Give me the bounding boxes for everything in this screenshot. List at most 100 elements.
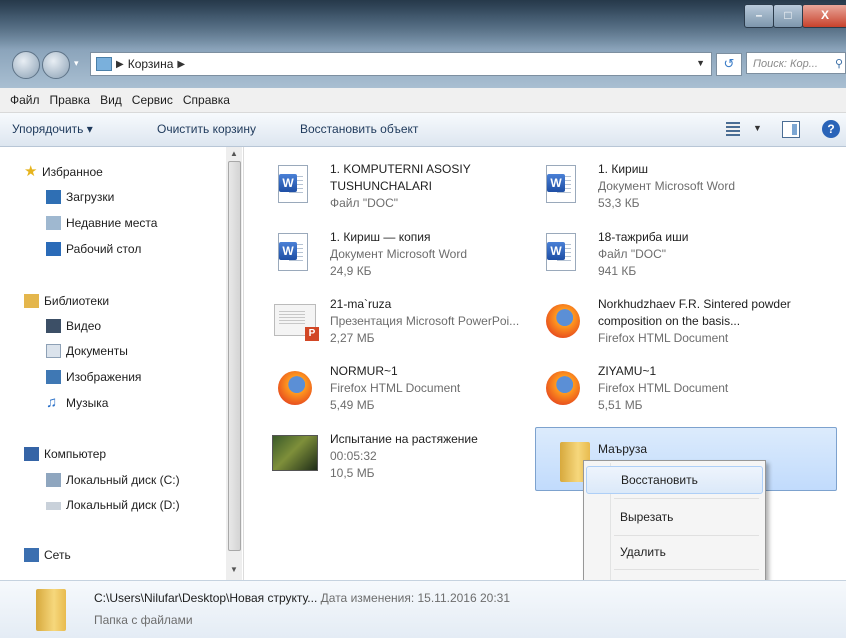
- downloads-folder-icon: [46, 190, 61, 204]
- menu-view[interactable]: Вид: [100, 93, 122, 107]
- computer-icon: [24, 447, 39, 461]
- menu-file[interactable]: Файл: [10, 93, 40, 107]
- back-button[interactable]: [12, 51, 40, 79]
- documents-library-icon: [46, 344, 61, 358]
- file-name: Norkhudzhaev F.R. Sintered powder compos…: [598, 297, 791, 328]
- nav-label: Изображения: [66, 370, 142, 384]
- forward-button[interactable]: [42, 51, 70, 79]
- nav-label: Локальный диск (C:): [66, 473, 180, 487]
- nav-label: Сеть: [44, 548, 71, 562]
- close-button[interactable]: X: [802, 4, 846, 28]
- nav-label: Избранное: [42, 165, 103, 179]
- navigation-pane: ★ Избранное Загрузки Недавние места Рабо…: [0, 147, 244, 580]
- firefox-icon: [272, 365, 316, 411]
- file-name: 18-тажриба иши: [598, 230, 689, 244]
- file-type: Firefox HTML Document: [330, 381, 461, 395]
- nav-label: Музыка: [66, 396, 109, 410]
- search-input[interactable]: Поиск: Кор... ⚲: [746, 52, 846, 74]
- file-item[interactable]: Испытание на растяжение 00:05:32 10,5 МБ: [254, 423, 524, 485]
- file-size: 53,3 КБ: [598, 196, 640, 210]
- file-type: Документ Microsoft Word: [598, 179, 736, 193]
- organize-button[interactable]: Упорядочить ▾: [12, 122, 93, 136]
- nav-label: Недавние места: [66, 216, 158, 230]
- address-bar[interactable]: ▶ Корзина ▶ ▼: [90, 52, 712, 76]
- word-icon: W: [272, 163, 316, 209]
- view-dropdown-icon[interactable]: ▼: [753, 123, 762, 133]
- file-item[interactable]: NORMUR~1 Firefox HTML Document 5,49 МБ: [254, 355, 524, 417]
- context-cut[interactable]: Вырезать: [586, 504, 761, 530]
- file-item[interactable]: ZIYAMU~1 Firefox HTML Document 5,51 МБ: [522, 355, 792, 417]
- file-type: Файл "DOC": [330, 196, 399, 210]
- nav-label: Библиотеки: [44, 294, 110, 308]
- folder-icon: [36, 589, 66, 631]
- minimize-button[interactable]: –: [744, 4, 774, 28]
- item-path: C:\Users\Nilufar\Desktop\Новая структу..…: [94, 591, 318, 605]
- view-options-icon[interactable]: [726, 122, 740, 136]
- menu-item-label: Восстановить: [621, 473, 698, 487]
- network-icon: [24, 548, 39, 562]
- search-placeholder: Поиск: Кор...: [753, 58, 818, 70]
- context-restore[interactable]: Восстановить: [586, 466, 763, 494]
- menu-separator: [614, 535, 759, 536]
- scrollbar-thumb[interactable]: [228, 161, 241, 551]
- menu-tools[interactable]: Сервис: [132, 93, 173, 107]
- file-size: 2,27 МБ: [330, 331, 375, 345]
- word-icon: W: [272, 231, 316, 277]
- menu-help[interactable]: Справка: [183, 93, 230, 107]
- help-icon[interactable]: ?: [822, 120, 840, 138]
- breadcrumb-separator: ▶: [116, 58, 124, 70]
- restore-item-button[interactable]: Восстановить объект: [300, 122, 418, 136]
- file-item[interactable]: W 1. Кириш — копия Документ Microsoft Wor…: [254, 221, 524, 283]
- images-library-icon: [46, 370, 61, 384]
- video-thumbnail-icon: [272, 433, 318, 479]
- maximize-button[interactable]: □: [773, 4, 803, 28]
- search-icon[interactable]: ⚲: [835, 53, 843, 73]
- file-item[interactable]: W 18-тажриба иши Файл "DOC" 941 КБ: [522, 221, 792, 283]
- refresh-button[interactable]: ↺: [716, 53, 742, 76]
- libraries-icon: [24, 294, 39, 308]
- scroll-up-icon[interactable]: ▲: [230, 149, 238, 158]
- empty-recycle-bin-button[interactable]: Очистить корзину: [157, 122, 256, 136]
- nav-label: Рабочий стол: [66, 242, 142, 256]
- file-type: Файл "DOC": [598, 247, 667, 261]
- file-name: 21-ma`ruza: [330, 297, 392, 311]
- navigation-scrollbar[interactable]: ▲ ▼: [226, 147, 242, 580]
- file-size: 5,49 МБ: [330, 398, 375, 412]
- file-item[interactable]: W 1. KOMPUTERNI ASOSIY TUSHUNCHALARI Файл…: [254, 153, 524, 215]
- desktop-icon: [46, 242, 61, 256]
- word-icon: W: [540, 163, 584, 209]
- recent-places-icon: [46, 216, 61, 230]
- file-name: Испытание на растяжение: [330, 432, 478, 446]
- nav-label: Видео: [66, 319, 102, 333]
- breadcrumb-recycle-bin[interactable]: Корзина: [128, 57, 174, 71]
- nav-label: Документы: [66, 344, 128, 358]
- file-name: NORMUR~1: [330, 364, 398, 378]
- file-item[interactable]: W 1. Кириш Документ Microsoft Word 53,3 КБ: [522, 153, 792, 215]
- file-name: 1. Кириш: [598, 162, 649, 176]
- menu-edit[interactable]: Правка: [50, 93, 91, 107]
- system-drive-icon: [46, 473, 61, 487]
- file-item[interactable]: Norkhudzhaev F.R. Sintered powder compos…: [522, 288, 792, 350]
- music-note-icon: ♫: [46, 394, 58, 411]
- title-bar: – □ X ▾ ▶ Корзина ▶ ▼ ↺ Поиск: Кор... ⚲: [0, 0, 846, 88]
- menu-separator: [614, 498, 759, 499]
- file-size: 941 КБ: [598, 264, 637, 278]
- file-item[interactable]: P 21-ma`ruza Презентация Microsoft PowerP…: [254, 288, 524, 350]
- powerpoint-icon: P: [272, 298, 319, 344]
- file-size: 10,5 МБ: [330, 466, 375, 480]
- details-pane: C:\Users\Nilufar\Desktop\Новая структу..…: [0, 580, 846, 638]
- menu-separator: [614, 569, 759, 570]
- recent-pages-dropdown[interactable]: ▾: [74, 58, 84, 70]
- file-type: Документ Microsoft Word: [330, 247, 468, 261]
- address-dropdown-icon[interactable]: ▼: [696, 58, 705, 68]
- menu-bar: Файл Правка Вид Сервис Справка: [0, 88, 846, 113]
- context-delete[interactable]: Удалить: [586, 539, 761, 565]
- nav-label: Компьютер: [44, 447, 107, 461]
- scroll-down-icon[interactable]: ▼: [230, 565, 238, 574]
- modified-date: Дата изменения: 15.11.2016 20:31: [320, 591, 511, 605]
- breadcrumb-separator: ▶: [177, 58, 186, 70]
- file-name: ZIYAMU~1: [598, 364, 657, 378]
- details-path: C:\Users\Nilufar\Desktop\Новая структу..…: [94, 591, 510, 605]
- file-type: Презентация Microsoft PowerPoi...: [330, 314, 520, 328]
- preview-pane-icon[interactable]: [782, 121, 800, 138]
